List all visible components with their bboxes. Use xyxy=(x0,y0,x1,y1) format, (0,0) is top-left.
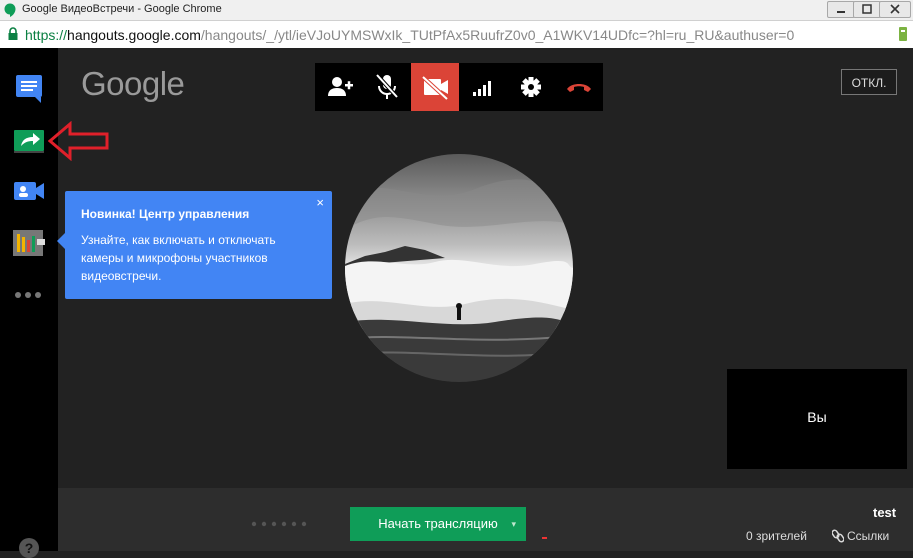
url-text[interactable]: https://hangouts.google.com/hangouts/_/y… xyxy=(25,27,794,43)
mic-toggle-button[interactable] xyxy=(363,63,411,111)
minimize-icon xyxy=(837,11,845,13)
google-logo: Google xyxy=(81,65,185,102)
off-air-button[interactable]: ОТКЛ. xyxy=(841,69,897,95)
maximize-icon xyxy=(862,4,872,14)
start-broadcast-button[interactable]: Начать трансляцию ▾ xyxy=(350,507,526,541)
hangup-icon xyxy=(567,84,591,92)
user-name: test xyxy=(873,505,897,520)
close-icon xyxy=(890,4,900,14)
settings-button[interactable] xyxy=(507,63,555,111)
loading-dots-icon xyxy=(251,521,307,527)
signal-icon xyxy=(473,81,491,96)
mic-muted-icon xyxy=(375,73,399,99)
more-icon xyxy=(15,292,41,298)
links-label: Ссылки xyxy=(847,529,890,543)
start-broadcast-label: Начать трансляцию xyxy=(378,516,498,531)
screenshare-icon xyxy=(14,130,44,153)
links-button[interactable]: Ссылки xyxy=(831,529,890,543)
hangouts-favicon-icon xyxy=(4,3,16,17)
annotation-arrow-icon xyxy=(48,121,109,161)
self-video-tile[interactable]: Вы xyxy=(727,369,907,469)
invite-person-icon xyxy=(328,77,353,96)
window-title: Google ВидеоВстречи - Google Chrome xyxy=(22,3,222,15)
window-titlebar: Google ВидеоВстречи - Google Chrome xyxy=(0,0,913,21)
settings-icon xyxy=(521,77,541,97)
help-button[interactable]: ? xyxy=(19,538,39,558)
address-bar[interactable]: https://hangouts.google.com/hangouts/_/y… xyxy=(0,21,913,49)
sidebar-item-screenshare[interactable] xyxy=(11,122,47,158)
url-host: hangouts.google.com xyxy=(67,27,201,43)
video-effects-icon xyxy=(14,182,44,200)
call-toolbar xyxy=(315,63,603,111)
tooltip-text: Узнайте, как включать и отключать камеры… xyxy=(81,233,276,283)
camera-off-icon xyxy=(421,75,449,101)
avatar-photo-image xyxy=(345,154,573,382)
sidebar-item-chat[interactable] xyxy=(11,71,47,107)
red-mark xyxy=(542,537,547,539)
url-path: /hangouts/_/ytl/ieVJoUYMSWxIk_TUtPfAx5Ru… xyxy=(200,27,795,43)
tooltip-title: Новинка! Центр управления xyxy=(81,207,250,221)
sidebar-item-control-room[interactable] xyxy=(11,225,47,261)
control-room-tooltip: Новинка! Центр управления Узнайте, как в… xyxy=(65,191,332,299)
control-room-icon xyxy=(13,230,45,256)
bandwidth-button[interactable] xyxy=(459,63,507,111)
self-video-label: Вы xyxy=(807,409,827,425)
chevron-down-icon: ▾ xyxy=(511,519,516,529)
minimize-button[interactable] xyxy=(827,1,855,18)
invite-button[interactable] xyxy=(315,63,363,111)
link-icon xyxy=(831,529,845,543)
sidebar-item-video-effects[interactable] xyxy=(11,173,47,209)
url-scheme: https:// xyxy=(25,27,68,43)
chat-icon xyxy=(16,75,42,103)
extension-icon[interactable] xyxy=(896,25,910,43)
maximize-button[interactable] xyxy=(853,1,881,18)
participant-avatar xyxy=(345,154,573,382)
tooltip-close-button[interactable]: × xyxy=(316,195,324,210)
lock-icon xyxy=(8,27,18,40)
hangup-button[interactable] xyxy=(555,63,603,111)
viewers-count: 0 зрителей xyxy=(746,529,807,543)
close-window-button[interactable] xyxy=(879,1,911,18)
sidebar-item-more[interactable] xyxy=(11,277,47,313)
camera-toggle-button[interactable] xyxy=(411,63,459,111)
